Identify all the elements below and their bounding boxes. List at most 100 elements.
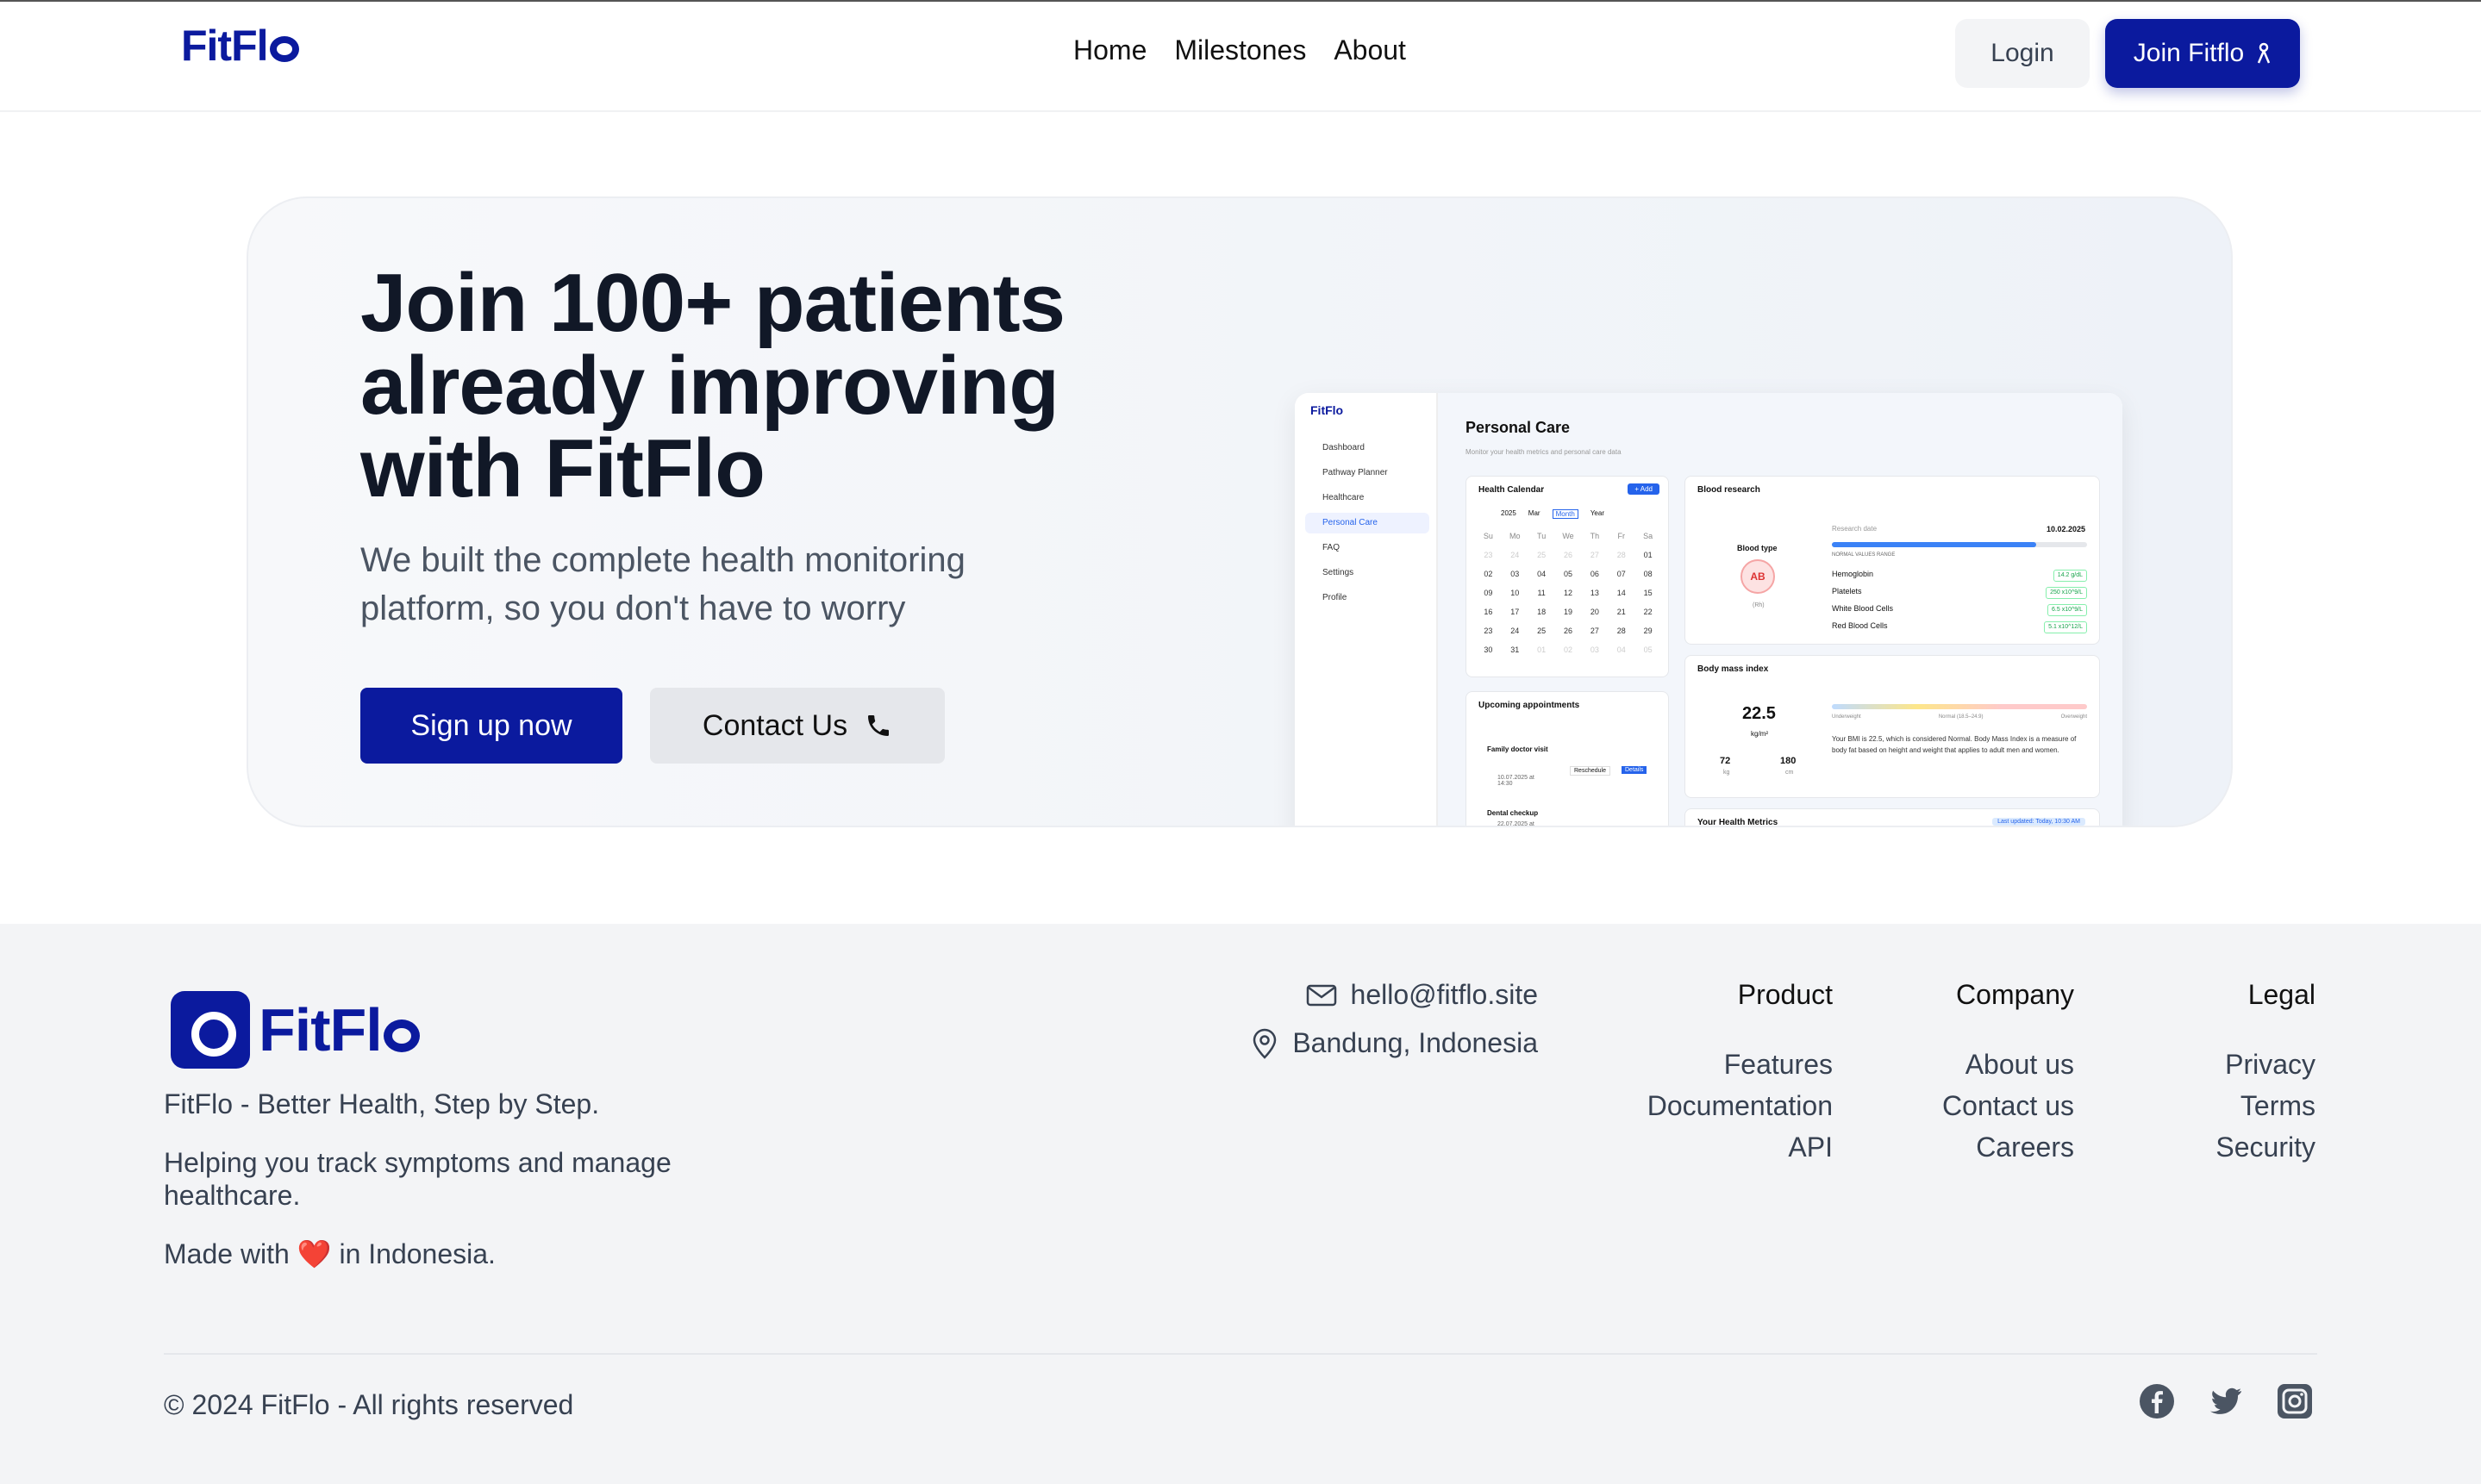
contact-us-button[interactable]: Contact Us — [650, 688, 945, 764]
person-icon — [2258, 42, 2271, 64]
calendar-day: 07 — [1616, 570, 1626, 578]
footer-logo-text: FitFl — [259, 995, 420, 1064]
weight-unit: kg — [1723, 770, 1730, 776]
footer-email[interactable]: hello@fitflo.site — [1306, 979, 1538, 1011]
bmi-description: Your BMI is 22.5, which is considered No… — [1832, 735, 2077, 754]
bmi-scale-label: Underweight — [1832, 714, 1861, 720]
login-button[interactable]: Login — [1955, 19, 2090, 88]
bmi-title: Body mass index — [1697, 664, 1769, 674]
research-date-label: Research date — [1832, 525, 1878, 533]
calendar-day: 17 — [1510, 608, 1520, 616]
join-fitflo-button[interactable]: Join Fitflo — [2105, 19, 2300, 88]
blood-range-bar — [1832, 542, 2087, 547]
mail-icon — [1306, 984, 1336, 1006]
preview-logo: FitFlo — [1310, 403, 1344, 417]
link-about-us[interactable]: About us — [1942, 1044, 2074, 1085]
calendar-day: 24 — [1510, 551, 1520, 559]
calendar-day: 27 — [1590, 627, 1599, 635]
research-date: 10.02.2025 — [2046, 525, 2085, 533]
calendar-day: 28 — [1616, 551, 1626, 559]
calendar-grid: Su Mo Tu We Th Fr Sa 23 24 25 26 27 28 01 02 03 04 05 06 07… — [1475, 532, 1661, 654]
calendar-day: 23 — [1484, 627, 1493, 635]
bmi-scale-label: Overweight — [2060, 714, 2087, 720]
calendar-day: 10 — [1510, 589, 1520, 597]
blood-row-value: 6.5 x10^9/L — [2047, 604, 2087, 616]
link-documentation[interactable]: Documentation — [1647, 1085, 1833, 1126]
blood-row-name: White Blood Cells — [1832, 604, 1894, 613]
calendar-day: 08 — [1643, 570, 1653, 578]
appointments-title: Upcoming appointments — [1478, 701, 1580, 710]
appointment-2-date: 22.07.2025 at — [1497, 821, 1534, 827]
signup-button[interactable]: Sign up now — [360, 688, 622, 764]
link-terms[interactable]: Terms — [2215, 1085, 2315, 1126]
footer-col-company: Company About us Contact us Careers — [1942, 979, 2074, 1168]
made-with-prefix: Made with — [164, 1238, 290, 1269]
weight-value: 72 — [1720, 756, 1731, 766]
footer-col-product: Product Features Documentation API — [1647, 979, 1833, 1168]
blood-rh: (Rh) — [1753, 602, 1765, 608]
calendar-day: 12 — [1563, 589, 1572, 597]
blood-research-card: Blood research Blood type AB (Rh) Resear… — [1684, 476, 2100, 645]
twitter-icon[interactable] — [2207, 1382, 2245, 1420]
phone-icon — [868, 715, 890, 736]
blood-row-value: 5.1 x10^12/L — [2044, 621, 2087, 633]
calendar-month: Mar — [1528, 509, 1540, 517]
calendar-day: 05 — [1643, 645, 1653, 654]
nav-milestones[interactable]: Milestones — [1174, 34, 1306, 66]
blood-row-value: 250 x10^9/L — [2046, 587, 2087, 599]
calendar-day: 04 — [1616, 645, 1626, 654]
calendar-day: 03 — [1590, 645, 1599, 654]
link-api[interactable]: API — [1647, 1126, 1833, 1168]
calendar-weekday: Fr — [1617, 532, 1625, 540]
calendar-day: 31 — [1510, 645, 1520, 654]
calendar-controls: 2025 Mar Month Year — [1501, 509, 1604, 519]
link-features[interactable]: Features — [1647, 1044, 1833, 1085]
header-logo[interactable]: FitFl — [181, 21, 299, 71]
appointments-card: Upcoming appointments Family doctor visi… — [1465, 691, 1669, 827]
link-contact-us[interactable]: Contact us — [1942, 1085, 2074, 1126]
preview-subtitle: Monitor your health metrics and personal… — [1465, 448, 1622, 456]
join-label: Join Fitflo — [2133, 39, 2245, 67]
appointment-1: Family doctor visit — [1487, 745, 1548, 753]
calendar-day: 09 — [1484, 589, 1493, 597]
site-header: FitFl Home Milestones About Login Join F… — [0, 2, 2481, 112]
health-metrics-card: Your Health Metrics Last updated: Today,… — [1684, 808, 2100, 826]
bmi-value: 22.5 — [1742, 704, 1776, 723]
appointment-1-date: 10.07.2025 at 14:30 — [1497, 775, 1534, 787]
link-security[interactable]: Security — [2215, 1126, 2315, 1168]
calendar-day: 26 — [1563, 627, 1572, 635]
instagram-icon[interactable] — [2276, 1382, 2314, 1420]
calendar-day: 03 — [1510, 570, 1520, 578]
bmi-scale-label: Normal (18.5–24.9) — [1938, 714, 1984, 720]
normal-range-label: NORMAL VALUES RANGE — [1832, 552, 1896, 558]
calendar-year: 2025 — [1501, 509, 1516, 517]
blood-row-name: Platelets — [1832, 587, 1862, 595]
calendar-day: 29 — [1643, 627, 1653, 635]
calendar-day: 27 — [1590, 551, 1599, 559]
blood-type-label: Blood type — [1737, 544, 1778, 552]
product-heading: Product — [1737, 979, 1833, 1010]
logo-mark-icon — [171, 991, 250, 1069]
preview-nav-item: Settings — [1322, 568, 1354, 577]
calendar-title: Health Calendar — [1478, 485, 1545, 495]
calendar-weekday: Mo — [1509, 532, 1521, 540]
blood-row: Platelets 250 x10^9/L — [1832, 587, 2087, 604]
link-careers[interactable]: Careers — [1942, 1126, 2074, 1168]
footer-logo[interactable]: FitFl — [171, 991, 420, 1069]
blood-values: Hemoglobin 14.2 g/dL Platelets 250 x10^9/L… — [1832, 570, 2087, 639]
facebook-icon[interactable] — [2138, 1382, 2176, 1420]
calendar-day: 23 — [1484, 551, 1493, 559]
link-privacy[interactable]: Privacy — [2215, 1044, 2315, 1085]
preview-title: Personal Care — [1465, 419, 1571, 436]
bmi-scale-labels: Underweight Normal (18.5–24.9) Overweigh… — [1832, 714, 2087, 720]
calendar-day: 24 — [1510, 627, 1520, 635]
calendar-day: 26 — [1563, 551, 1572, 559]
calendar-day: 11 — [1537, 589, 1546, 597]
calendar-weekday: Su — [1483, 532, 1493, 540]
blood-row: Red Blood Cells 5.1 x10^12/L — [1832, 621, 2087, 639]
calendar-day: 01 — [1537, 645, 1547, 654]
calendar-day: 25 — [1537, 551, 1547, 559]
blood-row-name: Hemoglobin — [1832, 570, 1874, 578]
nav-home[interactable]: Home — [1073, 34, 1147, 66]
nav-about[interactable]: About — [1334, 34, 1406, 66]
